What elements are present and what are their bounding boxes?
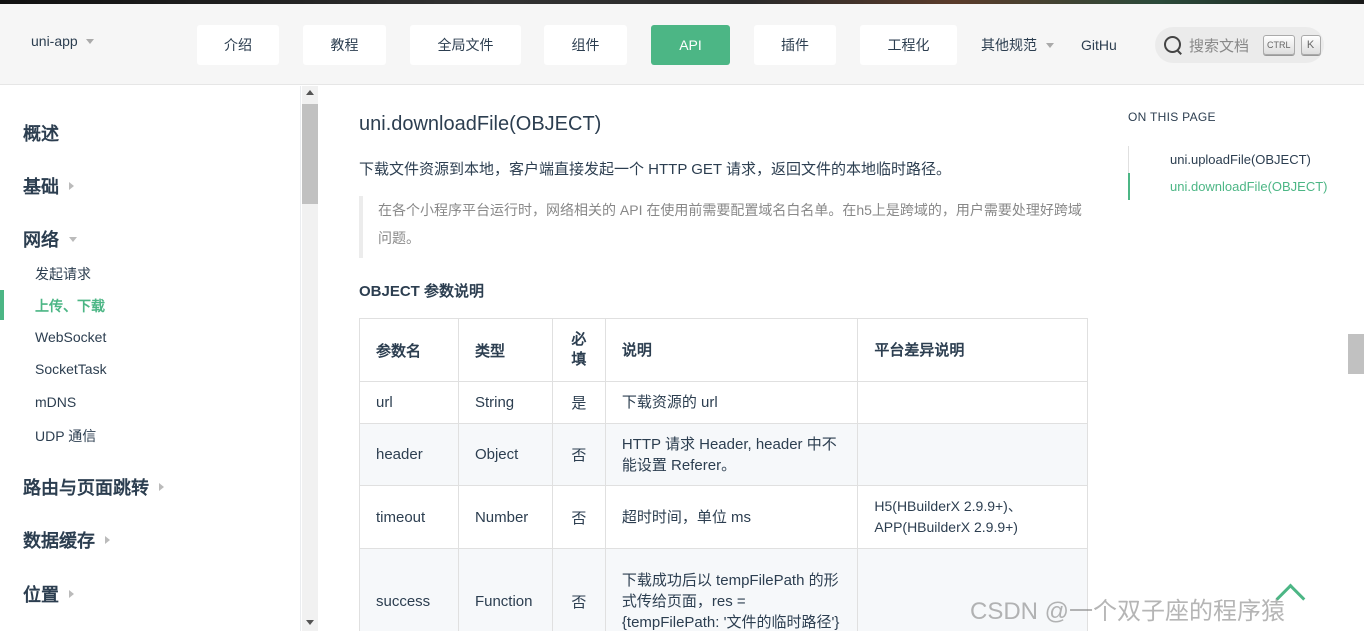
table-row: url String 是 下载资源的 url [359, 381, 1088, 424]
cell-param-name: url [359, 381, 459, 424]
table-row: timeout Number 否 超时时间，单位 ms H5(HBuilderX… [359, 485, 1088, 549]
top-navbar: uni-app 介绍 教程 全局文件 组件 API 插件 工程化 其他规范 Gi… [0, 4, 1364, 85]
sidebar-group-basics[interactable]: 基础 [23, 173, 74, 199]
column-header-type: 类型 [457, 318, 553, 382]
nav-item-plugins[interactable]: 插件 [754, 25, 836, 65]
page-title: uni.downloadFile(OBJECT) [359, 113, 602, 135]
sidebar-group-label: 概述 [23, 124, 59, 144]
nav-item-tutorial[interactable]: 教程 [303, 25, 386, 65]
chevron-down-icon [1046, 42, 1054, 48]
sidebar-active-indicator [0, 290, 4, 320]
toc-item-download-file[interactable]: uni.downloadFile(OBJECT) [1170, 179, 1328, 194]
cell-param-type: Function [457, 548, 553, 631]
sidebar-item-request[interactable]: 发起请求 [35, 264, 91, 284]
nav-more-label: 其他规范 [981, 37, 1037, 53]
cell-param-type: String [457, 381, 553, 424]
cell-param-description: HTTP 请求 Header, header 中不能设置 Referer。 [604, 423, 859, 486]
search-box[interactable]: 搜索文档 CTRL K [1155, 27, 1324, 63]
nav-item-components[interactable]: 组件 [544, 25, 627, 65]
cell-param-platform [857, 423, 1088, 486]
chevron-down-icon [69, 236, 77, 242]
sidebar-scrollbar[interactable] [302, 86, 318, 631]
sidebar-item-sockettask[interactable]: SocketTask [35, 361, 107, 377]
watermark: CSDN @一个双子座的程序猿 [970, 598, 1286, 625]
cell-param-name: success [359, 548, 459, 631]
cell-param-platform: H5(HBuilderX 2.9.9+)、APP(HBuilderX 2.9.9… [857, 485, 1088, 549]
network-note: 在各个小程序平台运行时，网络相关的 API 在使用前需要配置域名白名单。在h5上… [359, 196, 1088, 258]
column-header-description: 说明 [604, 318, 859, 382]
params-table: 参数名 类型 必填 说明 平台差异说明 url String 是 下载资源的 u… [359, 318, 1088, 631]
main-content: uni.downloadFile(OBJECT) 下载文件资源到本地，客户端直接… [318, 86, 1108, 631]
sidebar-group-label: 网络 [23, 230, 59, 250]
nav-item-engineering[interactable]: 工程化 [860, 25, 957, 65]
toc-heading: ON THIS PAGE [1128, 110, 1216, 124]
cell-param-description: 超时时间，单位 ms [604, 485, 859, 549]
table-of-contents: ON THIS PAGE uni.uploadFile(OBJECT) uni.… [1128, 86, 1364, 631]
chevron-down-icon [85, 38, 94, 44]
nav-item-api[interactable]: API [651, 25, 730, 65]
brand-selector[interactable]: uni-app [31, 33, 94, 49]
toc-active-indicator [1128, 173, 1130, 200]
kbd-k-key: K [1300, 35, 1321, 55]
sidebar-group-label: 路由与页面跳转 [23, 478, 149, 498]
cell-param-name: header [359, 423, 459, 486]
sidebar-group-network[interactable]: 网络 [23, 226, 77, 252]
sidebar: 概述 基础 网络 发起请求 上传、下载 WebSocket SocketTask… [0, 86, 301, 631]
kbd-ctrl-key: CTRL [1263, 35, 1295, 55]
column-header-platform: 平台差异说明 [857, 318, 1088, 382]
column-header-required: 必填 [551, 318, 606, 382]
cell-param-required: 是 [551, 381, 606, 424]
sidebar-group-location[interactable]: 位置 [23, 581, 74, 607]
sidebar-group-overview[interactable]: 概述 [23, 120, 59, 146]
page-scrollbar[interactable] [1348, 86, 1364, 631]
sidebar-scroll-thumb[interactable] [302, 104, 318, 204]
sidebar-group-label: 位置 [23, 585, 59, 605]
cell-param-platform [857, 381, 1088, 424]
cell-param-required: 否 [551, 548, 606, 631]
nav-more-dropdown[interactable]: 其他规范 [981, 25, 1054, 65]
sidebar-group-label: 基础 [23, 177, 59, 197]
nav-item-global-files[interactable]: 全局文件 [410, 25, 521, 65]
column-header-name: 参数名 [359, 318, 459, 382]
sidebar-group-label: 数据缓存 [23, 531, 95, 551]
column-header-required-text: 必填 [571, 331, 587, 368]
sidebar-group-routing[interactable]: 路由与页面跳转 [23, 474, 164, 500]
sidebar-group-storage[interactable]: 数据缓存 [23, 527, 110, 553]
params-title: OBJECT 参数说明 [359, 283, 485, 300]
chevron-right-icon [159, 483, 164, 491]
search-icon [1163, 35, 1183, 55]
cell-param-description: 下载成功后以 tempFilePath 的形式传给页面，res = {tempF… [604, 548, 859, 631]
search-placeholder: 搜索文档 [1189, 37, 1250, 55]
toc-item-upload-file[interactable]: uni.uploadFile(OBJECT) [1170, 152, 1311, 167]
chevron-right-icon [105, 536, 110, 544]
cell-param-type: Number [457, 485, 553, 549]
chevron-right-icon [69, 590, 74, 598]
scroll-up-icon[interactable] [306, 90, 314, 95]
chevron-right-icon [69, 182, 74, 190]
cell-param-required: 否 [551, 423, 606, 486]
table-header-row: 参数名 类型 必填 说明 平台差异说明 [359, 318, 1088, 382]
api-description: 下载文件资源到本地，客户端直接发起一个 HTTP GET 请求，返回文件的本地临… [359, 161, 951, 178]
scroll-down-icon[interactable] [306, 620, 314, 625]
sidebar-item-udp[interactable]: UDP 通信 [35, 426, 96, 446]
sidebar-item-upload-download[interactable]: 上传、下载 [35, 296, 105, 316]
sidebar-item-mdns[interactable]: mDNS [35, 394, 76, 410]
nav-github-link[interactable]: GitHu [1081, 25, 1117, 65]
cell-param-name: timeout [359, 485, 459, 549]
cell-param-type: Object [457, 423, 553, 486]
brand-name: uni-app [31, 33, 78, 49]
cell-param-description: 下载资源的 url [604, 381, 859, 424]
cell-param-required: 否 [551, 485, 606, 549]
sidebar-item-websocket[interactable]: WebSocket [35, 329, 106, 345]
page-scroll-thumb[interactable] [1348, 334, 1364, 374]
nav-item-intro[interactable]: 介绍 [197, 25, 279, 65]
table-row: header Object 否 HTTP 请求 Header, header 中… [359, 423, 1088, 486]
